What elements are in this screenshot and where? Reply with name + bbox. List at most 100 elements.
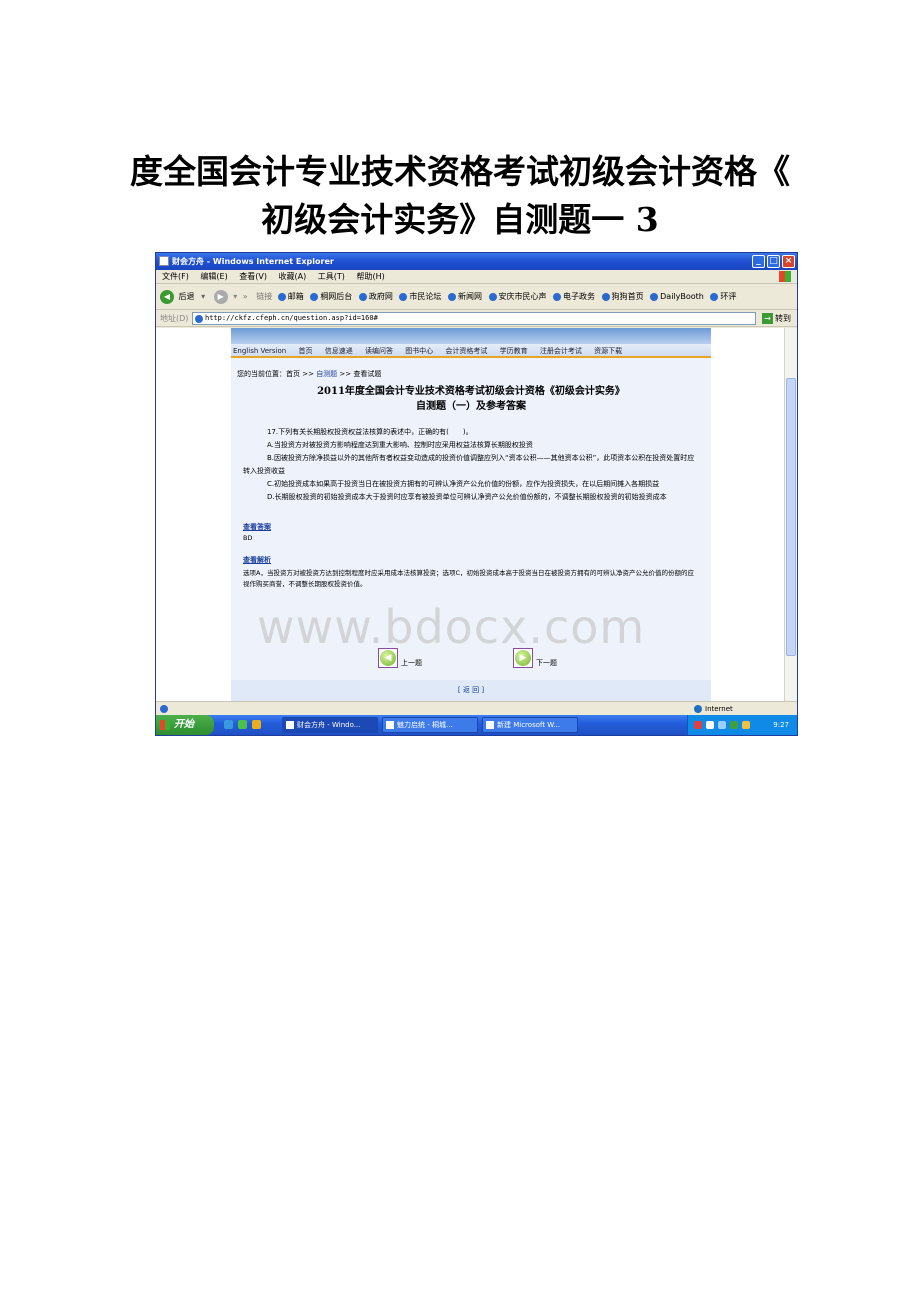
document-title: 度全国会计专业技术资格考试初级会计资格《 初级会计实务》自测题一 3 bbox=[0, 148, 920, 244]
maximize-button[interactable]: □ bbox=[767, 255, 780, 268]
address-bar: 地址(D) http://ckfz.cfeph.cn/question.asp?… bbox=[156, 310, 797, 327]
status-bar: Internet bbox=[156, 701, 797, 715]
menu-view[interactable]: 查看(V) bbox=[239, 272, 267, 281]
menu-edit[interactable]: 编辑(E) bbox=[200, 272, 227, 281]
clock: 9:27 bbox=[773, 721, 789, 729]
question-body: 17.下列有关长期股权投资权益法核算的表述中，正确的有( )。 A.当投资方对被… bbox=[243, 426, 699, 504]
ie-page-icon bbox=[601, 292, 610, 301]
option-b: B.因被投资方除净损益以外的其他所有者权益变动造成的投资价值调整应列入“资本公积… bbox=[243, 454, 695, 475]
task-caihui[interactable]: 财会方舟 - Windo... bbox=[282, 717, 378, 733]
quicklaunch-ie-icon[interactable] bbox=[224, 720, 233, 729]
tray-volume-icon[interactable] bbox=[742, 721, 750, 729]
tray-network-icon[interactable] bbox=[718, 721, 726, 729]
scrollbar-thumb[interactable] bbox=[786, 378, 796, 656]
address-input[interactable]: http://ckfz.cfeph.cn/question.asp?id=160… bbox=[192, 312, 756, 325]
breadcrumb: 您的当前位置：首页 >> 自测题 >> 查看试题 bbox=[237, 370, 382, 378]
ie-page-icon bbox=[277, 292, 286, 301]
prev-question-button[interactable]: ◀ 上一题 bbox=[378, 648, 422, 668]
browser-screenshot: 财会方舟 - Windows Internet Explorer _ □ × 文… bbox=[155, 252, 798, 736]
menu-tools[interactable]: 工具(T) bbox=[318, 272, 345, 281]
back-arrow-icon[interactable]: ◀ bbox=[160, 289, 174, 304]
question-stem: 17.下列有关长期股权投资权益法核算的表述中，正确的有( )。 bbox=[267, 428, 473, 436]
quicklaunch-app-icon[interactable] bbox=[238, 720, 247, 729]
link-news[interactable]: 新闻网 bbox=[447, 292, 482, 301]
start-button[interactable]: 开始 bbox=[156, 715, 214, 735]
globe-icon bbox=[694, 705, 702, 713]
nav-english[interactable]: English Version bbox=[233, 347, 286, 355]
window-title: 财会方舟 - Windows Internet Explorer bbox=[172, 257, 334, 266]
nav-home[interactable]: 首页 bbox=[298, 347, 312, 355]
tray-help-icon[interactable] bbox=[706, 721, 714, 729]
nav-books[interactable]: 图书中心 bbox=[405, 347, 433, 355]
ie-page-icon bbox=[710, 292, 719, 301]
toolbar: ◀ 后退 ▾ ▶ ▾ » 链接 邮箱 桐网后台 政府网 市民论坛 新闻网 安庆市… bbox=[156, 284, 797, 310]
nav-exam[interactable]: 会计资格考试 bbox=[445, 347, 487, 355]
question-title: 2011年度全国会计专业技术资格考试初级会计资格《初级会计实务》 自测题（一）及… bbox=[317, 386, 625, 412]
menu-bar: 文件(F) 编辑(E) 查看(V) 收藏(A) 工具(T) 帮助(H) bbox=[156, 270, 797, 284]
document-title-line1: 度全国会计专业技术资格考试初级会计资格《 bbox=[130, 152, 790, 191]
nav-downloads[interactable]: 资源下载 bbox=[594, 347, 622, 355]
tray-app-icon[interactable] bbox=[730, 721, 738, 729]
link-tongwang-admin[interactable]: 桐网后台 bbox=[310, 292, 352, 301]
menu-file[interactable]: 文件(F) bbox=[162, 272, 189, 281]
link-gov[interactable]: 政府网 bbox=[358, 292, 393, 301]
arrow-left-icon: ◀ bbox=[380, 650, 396, 666]
ie-page-icon bbox=[447, 292, 456, 301]
link-dailybooth[interactable]: DailyBooth bbox=[650, 292, 704, 301]
forward-arrow-icon[interactable]: ▶ bbox=[213, 289, 228, 304]
windows-logo-icon bbox=[779, 271, 791, 282]
link-huanping[interactable]: 环评 bbox=[710, 292, 736, 301]
arrow-right-icon: ▶ bbox=[515, 650, 531, 666]
document-title-line2: 初级会计实务》自测题一 3 bbox=[261, 200, 659, 239]
task-word[interactable]: 新建 Microsoft W... bbox=[482, 717, 578, 733]
window-titlebar: 财会方舟 - Windows Internet Explorer _ □ × bbox=[156, 253, 797, 270]
address-label: 地址(D) bbox=[160, 314, 189, 323]
go-button[interactable]: → 转到 bbox=[762, 312, 791, 325]
site-banner bbox=[231, 328, 711, 344]
ie-page-icon bbox=[358, 292, 367, 301]
link-mail[interactable]: 邮箱 bbox=[277, 292, 304, 301]
ie-task-icon bbox=[386, 721, 394, 729]
option-d: D.长期股权投资的初始投资成本大于投资时应享有被投资单位可辨认净资产公允价值份额… bbox=[267, 493, 667, 501]
page-viewport: English Version 首页 信息速递 读编问答 图书中心 会计资格考试… bbox=[156, 328, 784, 701]
option-a: A.当投资方对被投资方影响程度达到重大影响、控制时应采用权益法核算长期股权投资 bbox=[267, 441, 533, 449]
ie-page-icon bbox=[650, 292, 659, 301]
next-question-button[interactable]: ▶ 下一题 bbox=[513, 648, 557, 668]
quicklaunch-media-icon[interactable] bbox=[252, 720, 261, 729]
ie-page-icon bbox=[310, 292, 319, 301]
question-pager: ◀ 上一题 ▶ 下一题 bbox=[231, 648, 711, 672]
nav-qa[interactable]: 读编问答 bbox=[365, 347, 393, 355]
task-meili[interactable]: 魅力启统 - 桐城... bbox=[382, 717, 478, 733]
answer-value: BD bbox=[243, 534, 253, 542]
nav-cpa[interactable]: 注册会计考试 bbox=[540, 347, 582, 355]
minimize-button[interactable]: _ bbox=[752, 255, 765, 268]
windows-flag-icon bbox=[160, 720, 170, 730]
watermark: www.bdocx.com bbox=[257, 600, 646, 654]
word-task-icon bbox=[486, 721, 494, 729]
nav-education[interactable]: 学历教育 bbox=[500, 347, 528, 355]
link-egov[interactable]: 电子政务 bbox=[553, 292, 595, 301]
tray-antivirus-icon[interactable] bbox=[694, 721, 702, 729]
breadcrumb-current[interactable]: 自测题 bbox=[316, 370, 337, 378]
taskbar: 开始 财会方舟 - Windo... 魅力启统 - 桐城... 新建 Micro… bbox=[156, 715, 797, 735]
link-anqing[interactable]: 安庆市民心声 bbox=[488, 292, 547, 301]
back-button[interactable]: 后退 bbox=[179, 292, 195, 301]
vertical-scrollbar[interactable] bbox=[784, 328, 797, 701]
site-nav: English Version 首页 信息速递 读编问答 图书中心 会计资格考试… bbox=[231, 344, 711, 358]
go-arrow-icon: → bbox=[762, 313, 773, 324]
ie-status-icon bbox=[160, 705, 168, 713]
close-button[interactable]: × bbox=[782, 255, 795, 268]
link-forum[interactable]: 市民论坛 bbox=[399, 292, 441, 301]
ie-window-icon bbox=[159, 256, 169, 266]
return-link[interactable]: [ 返 回 ] bbox=[231, 680, 711, 701]
links-label: 链接 bbox=[256, 292, 273, 301]
link-gougou[interactable]: 狗狗首页 bbox=[601, 292, 644, 301]
explanation-text: 选项A，当投资方对被投资方达到控制程度时应采用成本法核算投资；选项C，初始投资成… bbox=[243, 569, 694, 588]
nav-info[interactable]: 信息速递 bbox=[325, 347, 353, 355]
menu-help[interactable]: 帮助(H) bbox=[356, 272, 384, 281]
ie-page-icon bbox=[399, 292, 408, 301]
view-answer-link[interactable]: 查看答案 bbox=[243, 522, 711, 533]
menu-favorites[interactable]: 收藏(A) bbox=[279, 272, 307, 281]
view-explanation-link[interactable]: 查看解析 bbox=[243, 555, 711, 566]
ie-page-icon bbox=[553, 292, 562, 301]
